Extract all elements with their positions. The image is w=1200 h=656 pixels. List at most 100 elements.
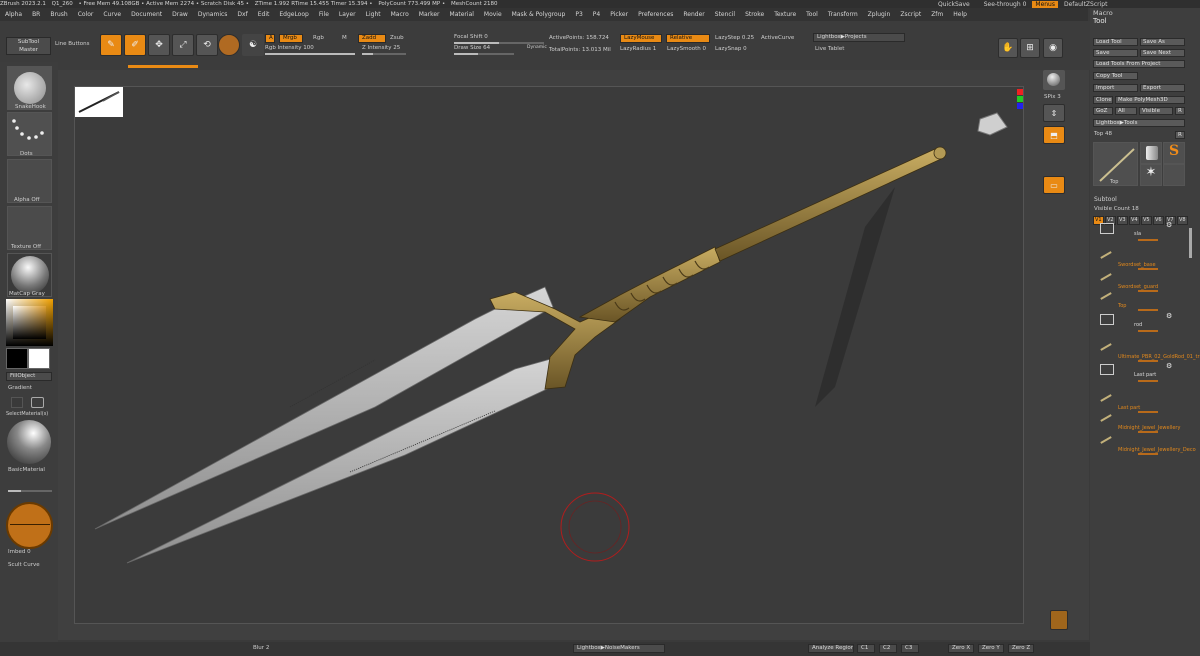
menu-item[interactable]: Zplugin — [863, 11, 896, 18]
menu-item[interactable]: Dxf — [232, 11, 252, 18]
tool-thumb-cylinder[interactable] — [1140, 142, 1162, 164]
clone-button[interactable]: Clone — [1093, 96, 1113, 104]
subtool-row[interactable]: Last part — [1098, 393, 1186, 413]
floor-button[interactable]: ▭ — [1043, 176, 1065, 194]
menu-item[interactable]: File — [314, 11, 334, 18]
menu-item[interactable]: P4 — [588, 11, 605, 18]
menu-item[interactable]: Zfm — [926, 11, 948, 18]
move-button[interactable]: ✥ — [148, 34, 170, 56]
zero-z-button[interactable]: Zero Z — [1008, 644, 1034, 653]
subtool-row[interactable]: Midnight_Jewel_Jewellery — [1098, 413, 1186, 433]
lazysmooth-slider[interactable]: LazySmooth 0 — [667, 46, 706, 52]
load-tools-from-project-button[interactable]: Load Tools From Project — [1093, 60, 1185, 68]
rotate-button[interactable]: ⟲ — [196, 34, 218, 56]
gear-icon[interactable]: ⚙ — [1166, 362, 1172, 370]
blur-slider[interactable]: Blur 2 — [253, 645, 269, 651]
tool-thumb-star[interactable]: ✶ — [1140, 164, 1162, 186]
zero-x-button[interactable]: Zero X — [948, 644, 974, 653]
menu-item[interactable]: Movie — [479, 11, 507, 18]
bpr-button[interactable] — [1043, 70, 1065, 90]
menu-item[interactable]: Alpha — [0, 11, 27, 18]
subtool-folder[interactable]: ⚙ Last part — [1098, 362, 1186, 382]
solo-button[interactable]: ◉ — [1043, 38, 1063, 58]
primary-color-swatch[interactable] — [28, 348, 50, 369]
lightbox-projects-button[interactable]: Lightbox▶Projects — [813, 33, 905, 42]
z-intensity-track[interactable] — [362, 53, 406, 55]
edit-button[interactable]: ✎ — [100, 34, 122, 56]
zsub-toggle[interactable]: Zsub — [390, 35, 404, 41]
draw-slider-track[interactable] — [8, 490, 52, 492]
save-next-button[interactable]: Save Next — [1140, 49, 1185, 57]
color-square[interactable] — [13, 306, 46, 339]
material-sphere-preview[interactable] — [7, 420, 51, 464]
m-toggle[interactable]: M — [342, 35, 347, 41]
menu-item[interactable]: Color — [73, 11, 99, 18]
secondary-color-swatch[interactable] — [6, 348, 28, 369]
lazysnap-slider[interactable]: LazySnap 0 — [715, 46, 747, 52]
subtool-row[interactable]: Ultimate_PBR_02_GoldRod_01_tri — [1098, 342, 1200, 362]
document-canvas[interactable] — [74, 86, 1024, 624]
menu-item[interactable]: Transform — [823, 11, 863, 18]
switch-color-toggle[interactable] — [11, 397, 23, 408]
menu-item[interactable]: Dynamics — [193, 11, 233, 18]
subtool-master-button[interactable]: SubTool Master — [6, 37, 51, 55]
tool-thumb-top[interactable] — [1163, 164, 1185, 186]
subtool-folder[interactable]: ⚙ sla — [1098, 221, 1186, 241]
top-slider[interactable]: Top 48 — [1094, 131, 1112, 137]
menu-item[interactable]: Render — [678, 11, 709, 18]
live-tablet-toggle[interactable]: Live Tablet — [815, 46, 844, 52]
draw-size-track[interactable] — [454, 53, 514, 55]
c2-button[interactable]: C2 — [879, 644, 897, 653]
menu-item[interactable]: Texture — [769, 11, 801, 18]
subtool-row[interactable]: Top — [1098, 291, 1186, 311]
menu-item[interactable]: Marker — [414, 11, 445, 18]
rgb-toggle[interactable]: Rgb — [313, 35, 324, 41]
scroll-button[interactable]: ⇕ — [1043, 104, 1065, 122]
menu-item[interactable]: Material — [445, 11, 479, 18]
save-button[interactable]: Save — [1093, 49, 1138, 57]
gradient-toggle[interactable]: Gradient — [8, 385, 32, 391]
zadd-toggle[interactable]: Zadd — [358, 34, 386, 43]
r-button[interactable]: R — [1175, 107, 1185, 115]
persp-button[interactable]: ⬒ — [1043, 126, 1065, 144]
tool-thumb-main[interactable]: Top — [1093, 142, 1138, 186]
rgb-intensity-slider[interactable]: Rgb Intensity 100 — [265, 45, 314, 51]
visible-count-slider[interactable]: Visible Count 18 — [1094, 206, 1139, 212]
dynamic-toggle[interactable]: Dynamic — [527, 45, 547, 50]
relative-toggle[interactable]: Relative — [666, 34, 710, 43]
subtool-scrollbar[interactable] — [1189, 228, 1192, 258]
subtool-opacity-slider[interactable] — [1138, 239, 1158, 241]
stroke-thumbnail[interactable] — [7, 112, 52, 156]
zero-y-button[interactable]: Zero Y — [978, 644, 1004, 653]
all-button[interactable]: All — [1115, 107, 1137, 115]
gizmo-button[interactable] — [218, 34, 240, 56]
rgb-intensity-track[interactable] — [265, 53, 355, 55]
draw-button[interactable]: ✐ — [124, 34, 146, 56]
visible-button[interactable]: Visible — [1139, 107, 1173, 115]
menu-item[interactable]: Preferences — [633, 11, 678, 18]
subtool-opacity-slider[interactable] — [1138, 309, 1158, 311]
subtool-opacity-slider[interactable] — [1138, 431, 1158, 433]
color-picker[interactable] — [6, 299, 53, 346]
export-button[interactable]: Export — [1140, 84, 1185, 92]
menu-item[interactable]: Curve — [98, 11, 126, 18]
see-through-slider[interactable]: See-through 0 — [984, 1, 1027, 8]
menu-item[interactable]: Stencil — [710, 11, 740, 18]
gear-icon[interactable]: ⚙ — [1166, 221, 1172, 229]
load-tool-button[interactable]: Load Tool — [1093, 38, 1138, 46]
imbed-slider[interactable]: Imbed 0 — [8, 549, 31, 555]
menu-item[interactable]: Picker — [605, 11, 633, 18]
subtool-opacity-slider[interactable] — [1138, 453, 1158, 455]
menu-item[interactable]: Macro — [386, 11, 414, 18]
quicksave-button[interactable]: QuickSave — [938, 1, 970, 8]
save-as-button[interactable]: Save As — [1140, 38, 1185, 46]
copy-tool-button[interactable]: Copy Tool — [1093, 72, 1138, 80]
sword-model[interactable] — [75, 87, 1025, 625]
menu-item[interactable]: Zscript — [895, 11, 926, 18]
menu-item[interactable]: Draw — [167, 11, 193, 18]
gear-icon[interactable]: ⚙ — [1166, 312, 1172, 320]
yin-yang-button[interactable]: ☯ — [242, 34, 264, 56]
z-intensity-slider[interactable]: Z Intensity 25 — [362, 45, 400, 51]
move-view-button[interactable]: ✋ — [998, 38, 1018, 58]
draw-size-slider[interactable]: Draw Size 64 — [454, 45, 490, 51]
